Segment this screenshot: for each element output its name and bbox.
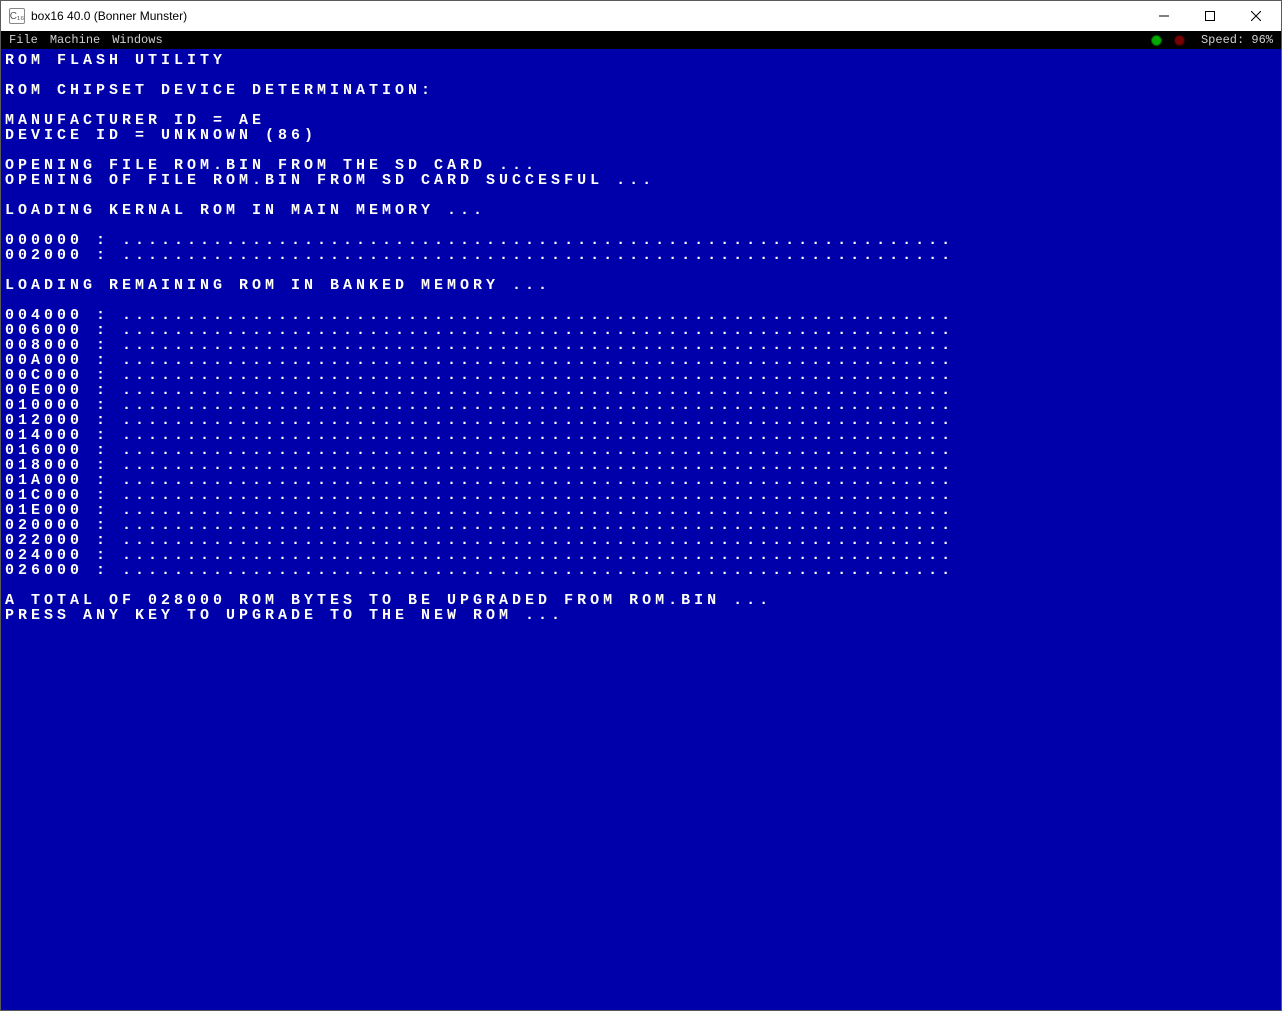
terminal-line: 010000 : ...............................… (5, 398, 1277, 413)
terminal-line: 016000 : ...............................… (5, 443, 1277, 458)
speed-indicator: Speed: 96% (1201, 33, 1273, 47)
terminal-line: 008000 : ...............................… (5, 338, 1277, 353)
terminal-line (5, 218, 1277, 233)
terminal-line: 026000 : ...............................… (5, 563, 1277, 578)
terminal-line: 012000 : ...............................… (5, 413, 1277, 428)
menu-windows[interactable]: Windows (112, 33, 162, 47)
terminal-line (5, 188, 1277, 203)
terminal-line (5, 263, 1277, 278)
terminal-line (5, 293, 1277, 308)
terminal-line: 00C000 : ...............................… (5, 368, 1277, 383)
terminal-line: 01E000 : ...............................… (5, 503, 1277, 518)
terminal-line: ROM FLASH UTILITY (5, 53, 1277, 68)
terminal-line: A TOTAL OF 028000 ROM BYTES TO BE UPGRAD… (5, 593, 1277, 608)
terminal-line: MANUFACTURER ID = AE (5, 113, 1277, 128)
terminal-line: 000000 : ...............................… (5, 233, 1277, 248)
terminal-line (5, 68, 1277, 83)
terminal-line: 002000 : ...............................… (5, 248, 1277, 263)
terminal-line: 006000 : ...............................… (5, 323, 1277, 338)
terminal-line: 01C000 : ...............................… (5, 488, 1277, 503)
terminal-line: LOADING KERNAL ROM IN MAIN MEMORY ... (5, 203, 1277, 218)
terminal-line: 00E000 : ...............................… (5, 383, 1277, 398)
terminal-line (5, 98, 1277, 113)
terminal-line (5, 578, 1277, 593)
emulator-screen[interactable]: ROM FLASH UTILITY ROM CHIPSET DEVICE DETE… (1, 49, 1281, 1010)
terminal-line: 004000 : ...............................… (5, 308, 1277, 323)
minimize-icon (1159, 11, 1169, 21)
terminal-line: DEVICE ID = UNKNOWN (86) (5, 128, 1277, 143)
app-window: C₁₆ box16 40.0 (Bonner Munster) File Mac… (0, 0, 1282, 1011)
close-icon (1251, 11, 1261, 21)
maximize-icon (1205, 11, 1215, 21)
speed-value: 96% (1251, 33, 1273, 47)
window-title: box16 40.0 (Bonner Munster) (31, 9, 187, 23)
close-button[interactable] (1233, 1, 1279, 31)
terminal-line: 020000 : ...............................… (5, 518, 1277, 533)
terminal-line: LOADING REMAINING ROM IN BANKED MEMORY .… (5, 278, 1277, 293)
terminal-line: 014000 : ...............................… (5, 428, 1277, 443)
terminal-line: PRESS ANY KEY TO UPGRADE TO THE NEW ROM … (5, 608, 1277, 623)
menubar: File Machine Windows Speed: 96% (1, 31, 1281, 49)
terminal-line: ROM CHIPSET DEVICE DETERMINATION: (5, 83, 1277, 98)
speed-label: Speed: (1201, 33, 1244, 47)
titlebar: C₁₆ box16 40.0 (Bonner Munster) (1, 1, 1281, 31)
terminal-line (5, 143, 1277, 158)
maximize-button[interactable] (1187, 1, 1233, 31)
terminal-line: 00A000 : ...............................… (5, 353, 1277, 368)
terminal-line: OPENING OF FILE ROM.BIN FROM SD CARD SUC… (5, 173, 1277, 188)
status-led-green (1151, 35, 1162, 46)
menu-machine[interactable]: Machine (50, 33, 100, 47)
terminal-line: OPENING FILE ROM.BIN FROM THE SD CARD ..… (5, 158, 1277, 173)
terminal-line: 01A000 : ...............................… (5, 473, 1277, 488)
menu-file[interactable]: File (9, 33, 38, 47)
terminal-line: 024000 : ...............................… (5, 548, 1277, 563)
app-icon: C₁₆ (9, 8, 25, 24)
terminal-line: 018000 : ...............................… (5, 458, 1277, 473)
minimize-button[interactable] (1141, 1, 1187, 31)
terminal-line: 022000 : ...............................… (5, 533, 1277, 548)
status-led-red (1174, 35, 1185, 46)
